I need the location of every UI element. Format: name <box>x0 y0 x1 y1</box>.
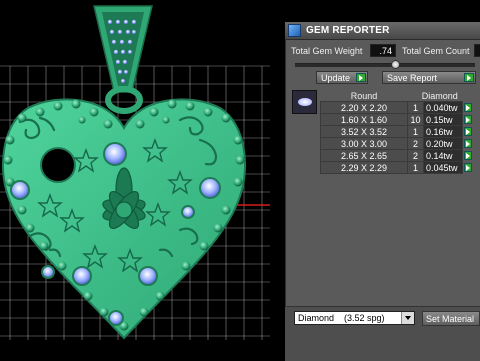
gem-count: 1 <box>407 101 424 114</box>
gem-count: 1 <box>407 161 424 174</box>
gem-size: 2.65 X 2.65 <box>320 149 408 162</box>
gem-shape-thumbnail[interactable] <box>292 90 317 114</box>
row-go-button[interactable] <box>462 125 472 138</box>
panel-title: GEM REPORTER <box>306 25 390 36</box>
row-go-button[interactable] <box>462 149 472 162</box>
pendant-bail <box>93 5 153 114</box>
play-icon <box>356 73 366 82</box>
save-report-label: Save Report <box>387 73 438 83</box>
row-go-button[interactable] <box>462 113 472 126</box>
table-row: 2.29 X 2.29 1 0.045tw <box>320 161 472 174</box>
gem-count: 10 <box>407 113 424 126</box>
gem-table: Round Diamond 2.20 X 2.20 1 0.040tw 1.60… <box>320 91 472 174</box>
column-diamond: Diamond <box>421 91 458 101</box>
play-icon <box>464 114 472 124</box>
set-material-button[interactable]: Set Material <box>422 311 480 326</box>
gem-weight: 0.14tw <box>423 149 463 162</box>
gem-size: 3.52 X 3.52 <box>320 125 408 138</box>
play-icon <box>464 138 472 148</box>
total-count-value <box>474 44 480 57</box>
gem-weight: 0.20tw <box>423 137 463 150</box>
material-select[interactable]: Diamond (3.52 spg) <box>294 311 415 325</box>
pendant-render <box>0 5 270 340</box>
gem-count: 2 <box>407 149 424 162</box>
material-select-value: Diamond (3.52 spg) <box>298 313 385 323</box>
play-icon <box>464 73 474 82</box>
table-row: 1.60 X 1.60 10 0.15tw <box>320 113 472 126</box>
table-row: 2.65 X 2.65 2 0.14tw <box>320 149 472 162</box>
table-row: 2.20 X 2.20 1 0.040tw <box>320 101 472 114</box>
gem-count: 2 <box>407 137 424 150</box>
gem-weight: 0.16tw <box>423 125 463 138</box>
play-icon <box>464 162 472 172</box>
save-report-button[interactable]: Save Report <box>382 71 476 84</box>
table-row: 3.00 X 3.00 2 0.20tw <box>320 137 472 150</box>
gem-reporter-titlebar[interactable]: GEM REPORTER <box>285 22 480 40</box>
total-count-label: Total Gem Count <box>402 46 470 56</box>
play-icon <box>464 126 472 136</box>
slider-knob[interactable] <box>391 60 400 69</box>
report-slider[interactable] <box>295 60 475 69</box>
row-go-button[interactable] <box>462 137 472 150</box>
gem-weight: 0.045tw <box>423 161 463 174</box>
gem-count: 1 <box>407 125 424 138</box>
play-icon <box>464 102 472 112</box>
chevron-down-icon[interactable] <box>401 312 414 324</box>
column-round: Round <box>350 91 378 101</box>
gem-reporter-icon <box>288 24 301 37</box>
play-icon <box>464 150 472 160</box>
row-go-button[interactable] <box>462 161 472 174</box>
3d-viewport[interactable] <box>0 0 285 360</box>
heart-cutout <box>40 147 76 183</box>
total-weight-label: Total Gem Weight <box>291 46 363 56</box>
row-go-button[interactable] <box>462 101 472 114</box>
gem-weight: 0.040tw <box>423 101 463 114</box>
update-button-label: Update <box>321 73 351 83</box>
update-button[interactable]: Update <box>316 71 368 84</box>
gem-size: 2.20 X 2.20 <box>320 101 408 114</box>
table-row: 3.52 X 3.52 1 0.16tw <box>320 125 472 138</box>
gem-size: 3.00 X 3.00 <box>320 137 408 150</box>
gem-weight: 0.15tw <box>423 113 463 126</box>
gem-size: 1.60 X 1.60 <box>320 113 408 126</box>
total-weight-value: .74 <box>370 44 396 57</box>
gem-size: 2.29 X 2.29 <box>320 161 408 174</box>
